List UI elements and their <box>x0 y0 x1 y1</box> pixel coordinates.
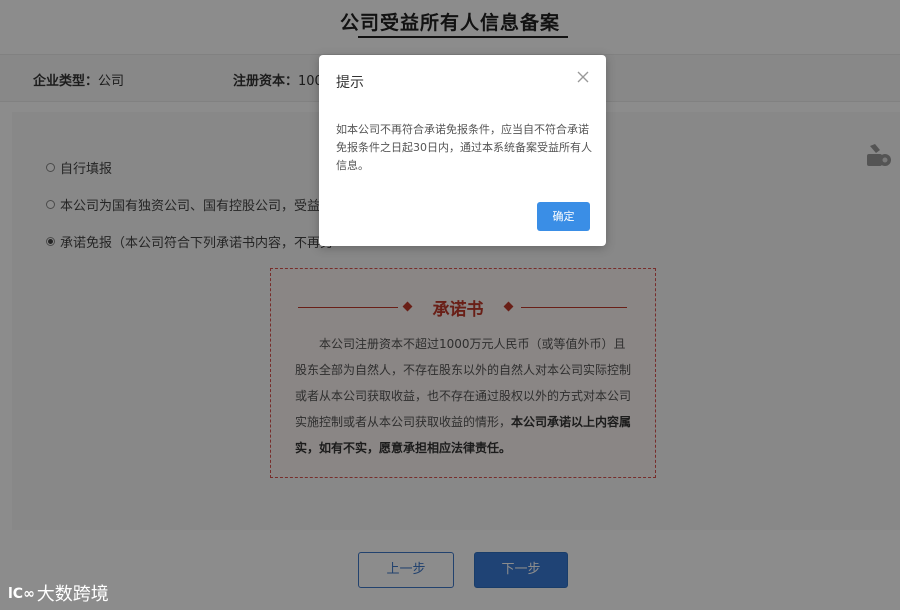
watermark-text: 大数跨境 <box>36 584 109 605</box>
notice-dialog: 提示 如本公司不再符合承诺免报条件，应当自不符合承诺免报条件之日起30日内，通过… <box>319 55 606 246</box>
watermark-logo: lC∞ <box>8 586 35 602</box>
dialog-message: 如本公司不再符合承诺免报条件，应当自不符合承诺免报条件之日起30日内，通过本系统… <box>336 123 592 172</box>
close-icon[interactable] <box>575 69 591 85</box>
watermark: lC∞ 大数跨境 <box>8 580 109 606</box>
confirm-button[interactable]: 确定 <box>537 202 590 231</box>
dialog-title: 提示 <box>336 75 364 91</box>
